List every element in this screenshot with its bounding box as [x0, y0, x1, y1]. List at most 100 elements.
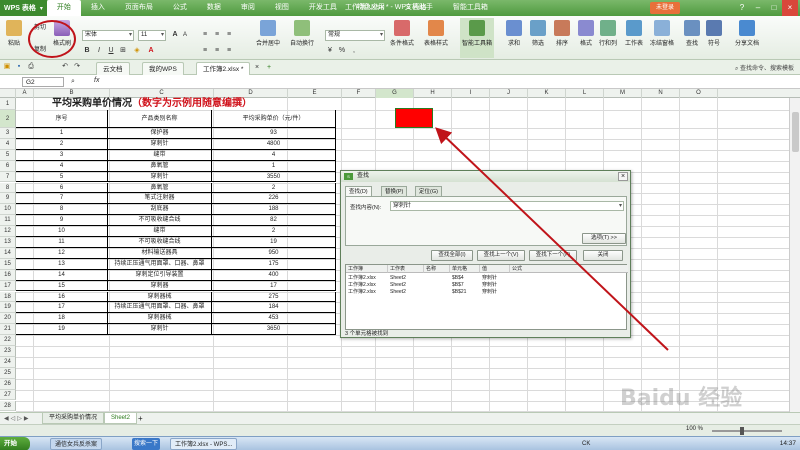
tab-replace[interactable]: 替换(P)	[381, 186, 408, 196]
row-header-16[interactable]: 16	[0, 269, 16, 281]
fx-icon[interactable]: fx	[94, 77, 99, 84]
wps-logo[interactable]: WPS 表格 ▾	[0, 0, 47, 16]
row-header-22[interactable]: 22	[0, 335, 16, 346]
table-cell[interactable]: 1	[212, 160, 336, 172]
column-header-m[interactable]: M	[604, 89, 642, 98]
column-header-n[interactable]: N	[642, 89, 680, 98]
align-bottom-icon[interactable]: ≡	[224, 30, 234, 40]
row-header-12[interactable]: 12	[0, 226, 16, 237]
table-cell[interactable]: 4	[16, 160, 108, 172]
column-header-d[interactable]: D	[214, 89, 288, 98]
column-header-k[interactable]: K	[528, 89, 566, 98]
table-cell[interactable]: 材料输送器具	[108, 247, 212, 259]
table-cell[interactable]: 400	[212, 269, 336, 281]
column-header-h[interactable]: H	[414, 89, 452, 98]
table-cell[interactable]: 188	[212, 204, 336, 216]
find-previous-button[interactable]: 查找上一个(V)	[477, 250, 525, 261]
find-results-table[interactable]: 工作簿 工作表 名称 单元格 值 公式 工作簿2.xlsx Sheet2 $B$4 穿…	[345, 264, 628, 330]
minimize-icon[interactable]: –	[750, 0, 766, 16]
column-header-l[interactable]: L	[566, 89, 604, 98]
thousands-icon[interactable]: ,	[349, 46, 359, 56]
row-header-15[interactable]: 15	[0, 258, 16, 270]
row-header-28[interactable]: 28	[0, 400, 16, 412]
row-header-20[interactable]: 20	[0, 313, 16, 325]
share-doc-button[interactable]: 分享文档	[730, 18, 764, 47]
column-header-e[interactable]: E	[288, 89, 342, 98]
header-cell[interactable]: 平均采购单价（元/件）	[212, 110, 336, 128]
column-header-c[interactable]: C	[110, 89, 214, 98]
table-cell[interactable]: 9	[16, 215, 108, 227]
select-all-corner[interactable]	[0, 89, 16, 98]
table-cell[interactable]: 93	[212, 128, 336, 139]
menu-insert[interactable]: 插入	[81, 0, 115, 16]
close-tab-icon[interactable]: ×	[252, 63, 262, 73]
undo-icon[interactable]: ↶	[60, 62, 70, 72]
header-cell[interactable]: 产品类别名称	[108, 110, 212, 128]
tab-workbook2[interactable]: 工作簿2.xlsx *	[196, 62, 251, 75]
help-icon[interactable]: ?	[734, 0, 750, 16]
results-col-formula[interactable]: 公式	[510, 265, 628, 273]
row-header-14[interactable]: 14	[0, 247, 16, 259]
table-cell[interactable]: 226	[212, 193, 336, 205]
ime-indicator[interactable]: CK	[582, 437, 590, 450]
tab-goto[interactable]: 定位(G)	[415, 186, 442, 196]
sheet-tab-avg-price[interactable]: 平均采购单价情况	[42, 413, 105, 424]
column-header-i[interactable]: I	[452, 89, 490, 98]
table-cell[interactable]: 13	[16, 258, 108, 270]
sheet-tab-sheet2[interactable]: Sheet2	[104, 413, 138, 424]
table-cell[interactable]: 3	[16, 149, 108, 161]
login-button[interactable]: 未登录	[650, 2, 680, 14]
result-cell[interactable]: 穿刺针	[480, 289, 497, 296]
table-cell[interactable]: 持续正压通气用面罩、口器、鼻罩	[108, 258, 212, 270]
table-cell[interactable]: 5	[16, 171, 108, 183]
row-header-3[interactable]: 3	[0, 128, 16, 139]
result-cell[interactable]: Sheet2	[388, 289, 406, 296]
row-header-26[interactable]: 26	[0, 378, 16, 390]
header-cell[interactable]: 序号	[16, 110, 108, 128]
table-cell[interactable]: 穿刺针	[108, 138, 212, 150]
row-header-2[interactable]: 2	[0, 110, 16, 128]
font-color-icon[interactable]: A	[146, 46, 156, 56]
column-header-a[interactable]: A	[16, 89, 34, 98]
row-header-1[interactable]: 1	[0, 98, 16, 110]
table-cell[interactable]: 4	[212, 149, 336, 161]
menu-view[interactable]: 视图	[265, 0, 299, 16]
number-format-select[interactable]: 常规	[325, 30, 385, 41]
table-cell[interactable]: 175	[212, 258, 336, 270]
table-cell[interactable]: 11	[16, 237, 108, 248]
find-dialog-titlebar[interactable]: S 查找 ×	[341, 171, 630, 182]
close-icon[interactable]: ×	[782, 0, 798, 16]
row-header-7[interactable]: 7	[0, 171, 16, 183]
add-sheet-icon[interactable]: +	[138, 413, 143, 424]
align-center-icon[interactable]: ≡	[212, 46, 222, 56]
table-cell[interactable]: 2	[212, 182, 336, 194]
align-right-icon[interactable]: ≡	[224, 46, 234, 56]
smart-toolbox-button[interactable]: 智能工具箱	[460, 18, 494, 58]
row-header-13[interactable]: 13	[0, 237, 16, 248]
table-cell[interactable]: 950	[212, 247, 336, 259]
currency-icon[interactable]: ¥	[325, 46, 335, 56]
table-cell[interactable]: 6	[16, 182, 108, 194]
row-header-11[interactable]: 11	[0, 215, 16, 227]
table-cell[interactable]: 持续正压通气用面罩、口器、鼻罩	[108, 302, 212, 314]
results-col-value[interactable]: 值	[480, 265, 510, 273]
row-header-4[interactable]: 4	[0, 138, 16, 150]
sheet-nav-arrows[interactable]: ◀◁▷▶	[4, 415, 30, 422]
row-header-10[interactable]: 10	[0, 204, 16, 216]
table-cell[interactable]: 12	[16, 247, 108, 259]
table-cell[interactable]: 3650	[212, 324, 336, 336]
table-cell[interactable]: 缝带	[108, 226, 212, 237]
font-shrink-icon[interactable]: A	[180, 30, 190, 40]
font-size-select[interactable]: 11	[138, 30, 166, 41]
table-cell[interactable]: 184	[212, 302, 336, 314]
column-header-f[interactable]: F	[342, 89, 376, 98]
table-cell[interactable]: 鼻氧管	[108, 160, 212, 172]
rows-cols-button[interactable]: 行和列	[594, 18, 622, 47]
menu-home[interactable]: 开始	[46, 0, 81, 16]
table-style-button[interactable]: 表格样式	[422, 18, 450, 47]
table-cell[interactable]: 穿刺针	[108, 171, 212, 183]
row-header-9[interactable]: 9	[0, 193, 16, 205]
start-button[interactable]: 开始	[0, 437, 30, 450]
result-cell[interactable]: 穿刺针	[480, 275, 497, 282]
result-cell[interactable]: $B$7	[450, 282, 464, 289]
